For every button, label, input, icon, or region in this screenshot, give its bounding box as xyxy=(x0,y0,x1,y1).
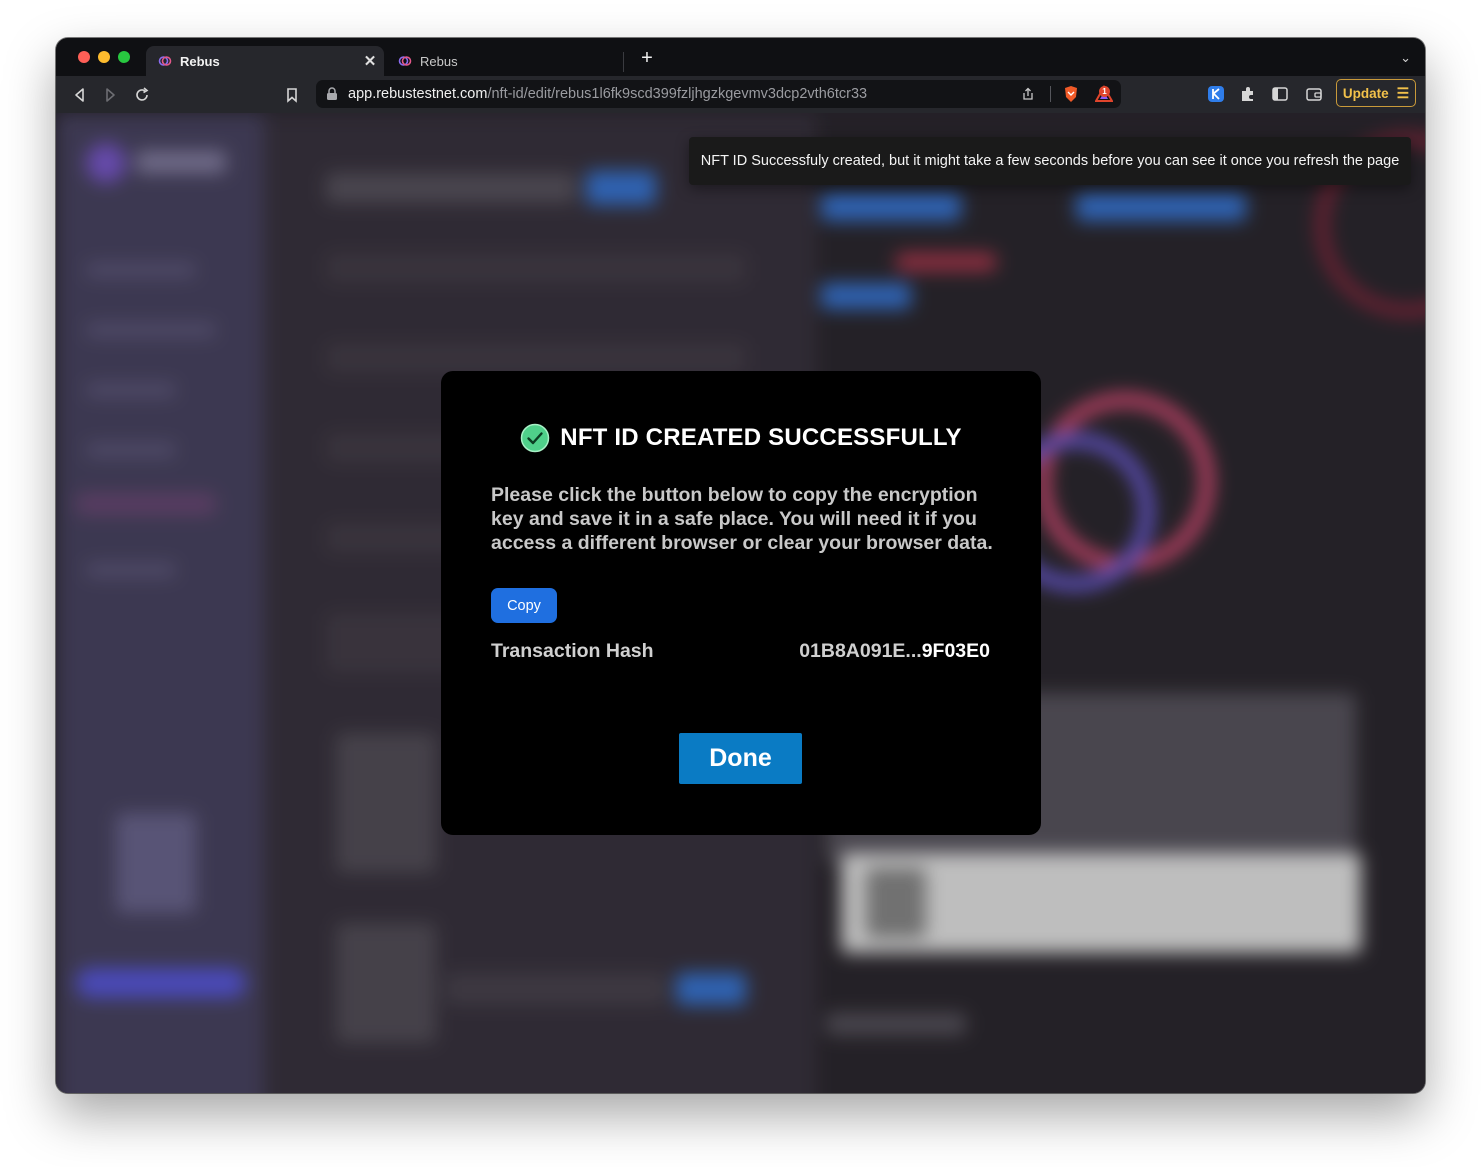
copy-button[interactable]: Copy xyxy=(491,588,557,623)
brave-shield-icon[interactable] xyxy=(1063,85,1079,103)
tab-title: Rebus xyxy=(420,53,458,69)
lock-icon xyxy=(327,87,337,100)
close-tab-icon[interactable]: ✕ xyxy=(362,52,378,70)
toast-message: NFT ID Successfuly created, but it might… xyxy=(700,153,1400,169)
browser-toolbar: app.rebustestnet.com/nft-id/edit/rebus1l… xyxy=(56,76,1425,113)
new-tab-button[interactable]: + xyxy=(636,47,658,70)
tab-title: Rebus xyxy=(180,53,220,69)
address-bar[interactable]: app.rebustestnet.com/nft-id/edit/rebus1l… xyxy=(316,80,1121,108)
browser-window: Rebus ✕ Rebus + ⌄ app.rebustestnet.com /… xyxy=(56,38,1425,1093)
back-icon[interactable] xyxy=(70,85,90,105)
rebus-favicon-icon xyxy=(158,56,172,66)
transaction-hash-label: Transaction Hash xyxy=(491,640,654,662)
close-window-button[interactable] xyxy=(78,51,90,63)
url-host: app.rebustestnet.com xyxy=(348,86,488,102)
url-path: /nft-id/edit/rebus1l6fk9scd399fzljhgzkge… xyxy=(487,86,868,102)
modal-message: Please click the button below to copy th… xyxy=(491,484,993,554)
modal-title: NFT ID CREATED SUCCESSFULLY xyxy=(560,424,962,451)
tab-strip: Rebus ✕ Rebus + ⌄ xyxy=(56,38,1425,76)
wallet-icon[interactable] xyxy=(1305,85,1323,103)
menu-icon: ☰ xyxy=(1396,84,1410,101)
update-label: Update xyxy=(1342,85,1389,101)
keplr-extension-icon[interactable] xyxy=(1207,85,1225,103)
address-bar-divider xyxy=(1050,86,1051,102)
tab-rebus[interactable]: Rebus xyxy=(386,46,624,76)
rebus-favicon-icon xyxy=(398,56,412,66)
update-button[interactable]: Update ☰ xyxy=(1336,79,1416,107)
chevron-down-icon[interactable]: ⌄ xyxy=(1400,50,1411,66)
rewards-badge: 1 xyxy=(1099,86,1110,97)
tab-divider xyxy=(623,52,624,72)
hash-suffix: 9F03E0 xyxy=(921,640,990,662)
modal-header: NFT ID CREATED SUCCESSFULLY xyxy=(441,423,1041,453)
transaction-hash-value[interactable]: 01B8A091E...9F03E0 xyxy=(799,640,990,663)
forward-icon[interactable] xyxy=(100,85,120,105)
maximize-window-button[interactable] xyxy=(118,51,130,63)
brave-rewards-button[interactable]: 1 xyxy=(1094,84,1114,103)
puzzle-icon[interactable] xyxy=(1239,85,1257,103)
minimize-window-button[interactable] xyxy=(98,51,110,63)
tab-rebus-active[interactable]: Rebus ✕ xyxy=(146,46,384,76)
bookmark-icon[interactable] xyxy=(282,85,302,105)
hash-prefix: 01B8A091E... xyxy=(799,640,922,662)
sidebar-icon[interactable] xyxy=(1271,85,1289,103)
share-icon[interactable] xyxy=(1021,87,1035,101)
check-circle-icon xyxy=(521,423,550,453)
done-button[interactable]: Done xyxy=(679,733,802,784)
success-modal: NFT ID CREATED SUCCESSFULLY Please click… xyxy=(441,371,1041,835)
reload-icon[interactable] xyxy=(132,85,152,105)
success-toast: NFT ID Successfuly created, but it might… xyxy=(689,137,1411,185)
